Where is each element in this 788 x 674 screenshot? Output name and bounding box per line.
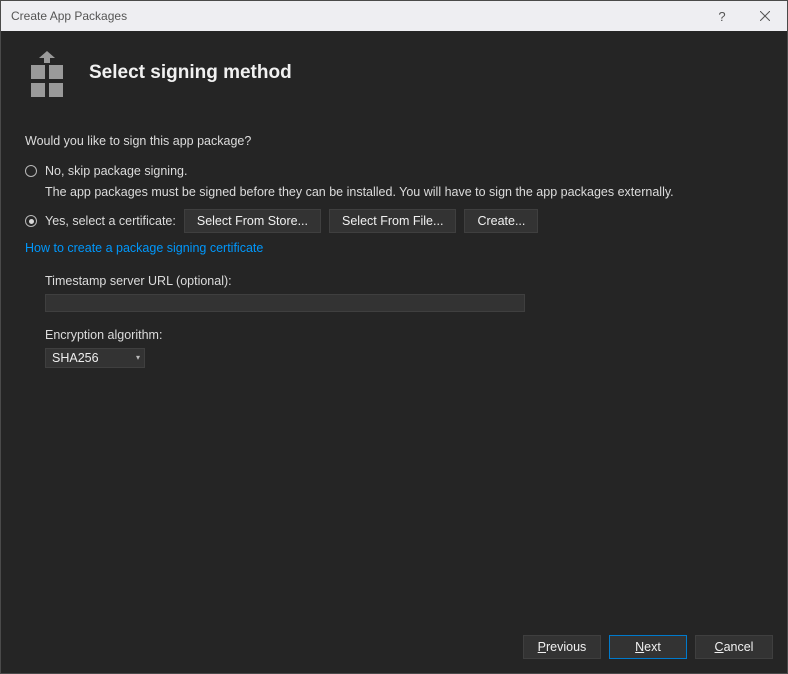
prompt-text: Would you like to sign this app package? <box>25 132 763 150</box>
page-title: Select signing method <box>89 62 292 84</box>
package-icon <box>23 49 71 97</box>
timestamp-input[interactable] <box>45 294 525 312</box>
previous-rest: revious <box>546 640 586 654</box>
radio-no-label: No, skip package signing. <box>45 162 187 180</box>
radio-yes[interactable] <box>25 215 37 227</box>
radio-no[interactable] <box>25 165 37 177</box>
help-button[interactable]: ? <box>702 1 742 31</box>
select-from-store-button[interactable]: Select From Store... <box>184 209 321 233</box>
wizard-header: Select signing method <box>1 31 787 116</box>
timestamp-label: Timestamp server URL (optional): <box>45 272 763 290</box>
previous-button[interactable]: Previous <box>523 635 601 659</box>
cancel-rest: ancel <box>724 640 754 654</box>
next-button[interactable]: Next <box>609 635 687 659</box>
radio-no-subtext: The app packages must be signed before t… <box>45 183 763 201</box>
close-button[interactable] <box>742 1 787 31</box>
close-icon <box>760 11 770 21</box>
content-area: Select signing method Would you like to … <box>1 31 787 673</box>
encryption-value: SHA256 <box>52 349 99 367</box>
wizard-footer: Previous Next Cancel <box>1 625 787 673</box>
help-link[interactable]: How to create a package signing certific… <box>25 239 763 257</box>
encryption-select[interactable]: SHA256 ▾ <box>45 348 145 368</box>
next-rest: ext <box>644 640 661 654</box>
titlebar: Create App Packages ? <box>1 1 787 31</box>
radio-yes-label: Yes, select a certificate: <box>45 212 176 230</box>
timestamp-block: Timestamp server URL (optional): <box>45 272 763 312</box>
encryption-label: Encryption algorithm: <box>45 326 763 344</box>
create-cert-button[interactable]: Create... <box>464 209 538 233</box>
radio-yes-row: Yes, select a certificate: Select From S… <box>25 209 763 233</box>
dialog-window: Create App Packages ? Select signing met… <box>0 0 788 674</box>
cancel-button[interactable]: Cancel <box>695 635 773 659</box>
encryption-block: Encryption algorithm: SHA256 ▾ <box>45 326 763 368</box>
chevron-down-icon: ▾ <box>136 352 140 364</box>
wizard-body: Would you like to sign this app package?… <box>1 116 787 625</box>
radio-no-row[interactable]: No, skip package signing. <box>25 162 763 180</box>
window-title: Create App Packages <box>11 9 702 23</box>
select-from-file-button[interactable]: Select From File... <box>329 209 456 233</box>
